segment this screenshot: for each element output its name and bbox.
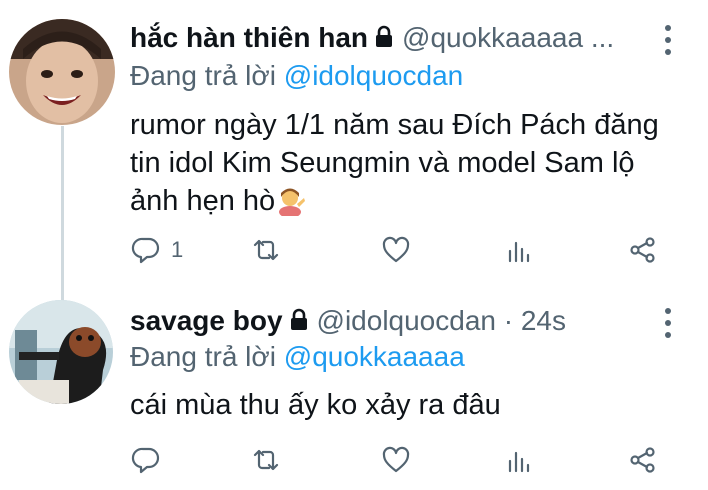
- person-tipping-hand-emoji: [279, 188, 306, 216]
- action-bar: 1: [0, 230, 708, 270]
- lock-icon: [290, 308, 307, 330]
- thread-line: [61, 126, 64, 304]
- retweet-button[interactable]: [251, 440, 281, 480]
- avatar[interactable]: [9, 19, 115, 125]
- display-name[interactable]: hắc hàn thiên han: [130, 22, 368, 53]
- more-icon[interactable]: [664, 25, 672, 55]
- reply-icon: [131, 447, 160, 474]
- share-button[interactable]: [628, 230, 658, 270]
- like-button[interactable]: [381, 440, 411, 480]
- like-icon: [382, 446, 410, 473]
- replying-to: Đang trả lời @idolquocdan: [130, 59, 463, 93]
- retweet-button[interactable]: [251, 230, 281, 270]
- replying-label: Đang trả lời: [130, 60, 276, 91]
- action-bar: [0, 440, 708, 480]
- tweet[interactable]: savage boy @idolquocdan · 24s Đang trả lờ…: [0, 290, 708, 490]
- more-icon[interactable]: [664, 308, 672, 338]
- display-name[interactable]: savage boy: [130, 305, 283, 336]
- replying-to: Đang trả lời @quokkaaaaa: [130, 340, 465, 374]
- tweet-text: rumor ngày 1/1 năm sau Đích Pách đăng ti…: [130, 106, 670, 220]
- handle[interactable]: @quokkaaaaa ...: [402, 22, 614, 53]
- tweet-text-content: rumor ngày 1/1 năm sau Đích Pách đăng ti…: [130, 109, 659, 217]
- views-icon: [508, 241, 530, 263]
- tweet-text: cái mùa thu ấy ko xảy ra đâu: [130, 386, 670, 424]
- mention-link[interactable]: @idolquocdan: [284, 60, 463, 91]
- avatar[interactable]: [9, 300, 113, 404]
- share-icon: [630, 237, 655, 263]
- reply-count: 1: [171, 237, 184, 262]
- reply-button[interactable]: 1: [131, 230, 183, 270]
- tweet-header: savage boy @idolquocdan · 24s: [130, 304, 648, 338]
- share-icon: [630, 447, 655, 473]
- views-button[interactable]: [505, 440, 535, 480]
- mention-link[interactable]: @quokkaaaaa: [284, 341, 465, 372]
- handle[interactable]: @idolquocdan · 24s: [317, 305, 566, 336]
- lock-icon: [376, 25, 393, 47]
- retweet-icon: [253, 449, 279, 471]
- tweet-header: hắc hàn thiên han @quokkaaaaa ...: [130, 21, 648, 55]
- replying-label: Đang trả lời: [130, 341, 276, 372]
- retweet-icon: [253, 239, 279, 261]
- like-button[interactable]: [381, 230, 411, 270]
- share-button[interactable]: [628, 440, 658, 480]
- tweet[interactable]: hắc hàn thiên han @quokkaaaaa ... Đang tr…: [0, 0, 708, 304]
- tweet-text-content: cái mùa thu ấy ko xảy ra đâu: [130, 389, 501, 421]
- views-icon: [508, 451, 530, 473]
- views-button[interactable]: [505, 230, 535, 270]
- like-icon: [382, 236, 410, 263]
- reply-button[interactable]: [131, 440, 161, 480]
- reply-icon: [131, 237, 160, 264]
